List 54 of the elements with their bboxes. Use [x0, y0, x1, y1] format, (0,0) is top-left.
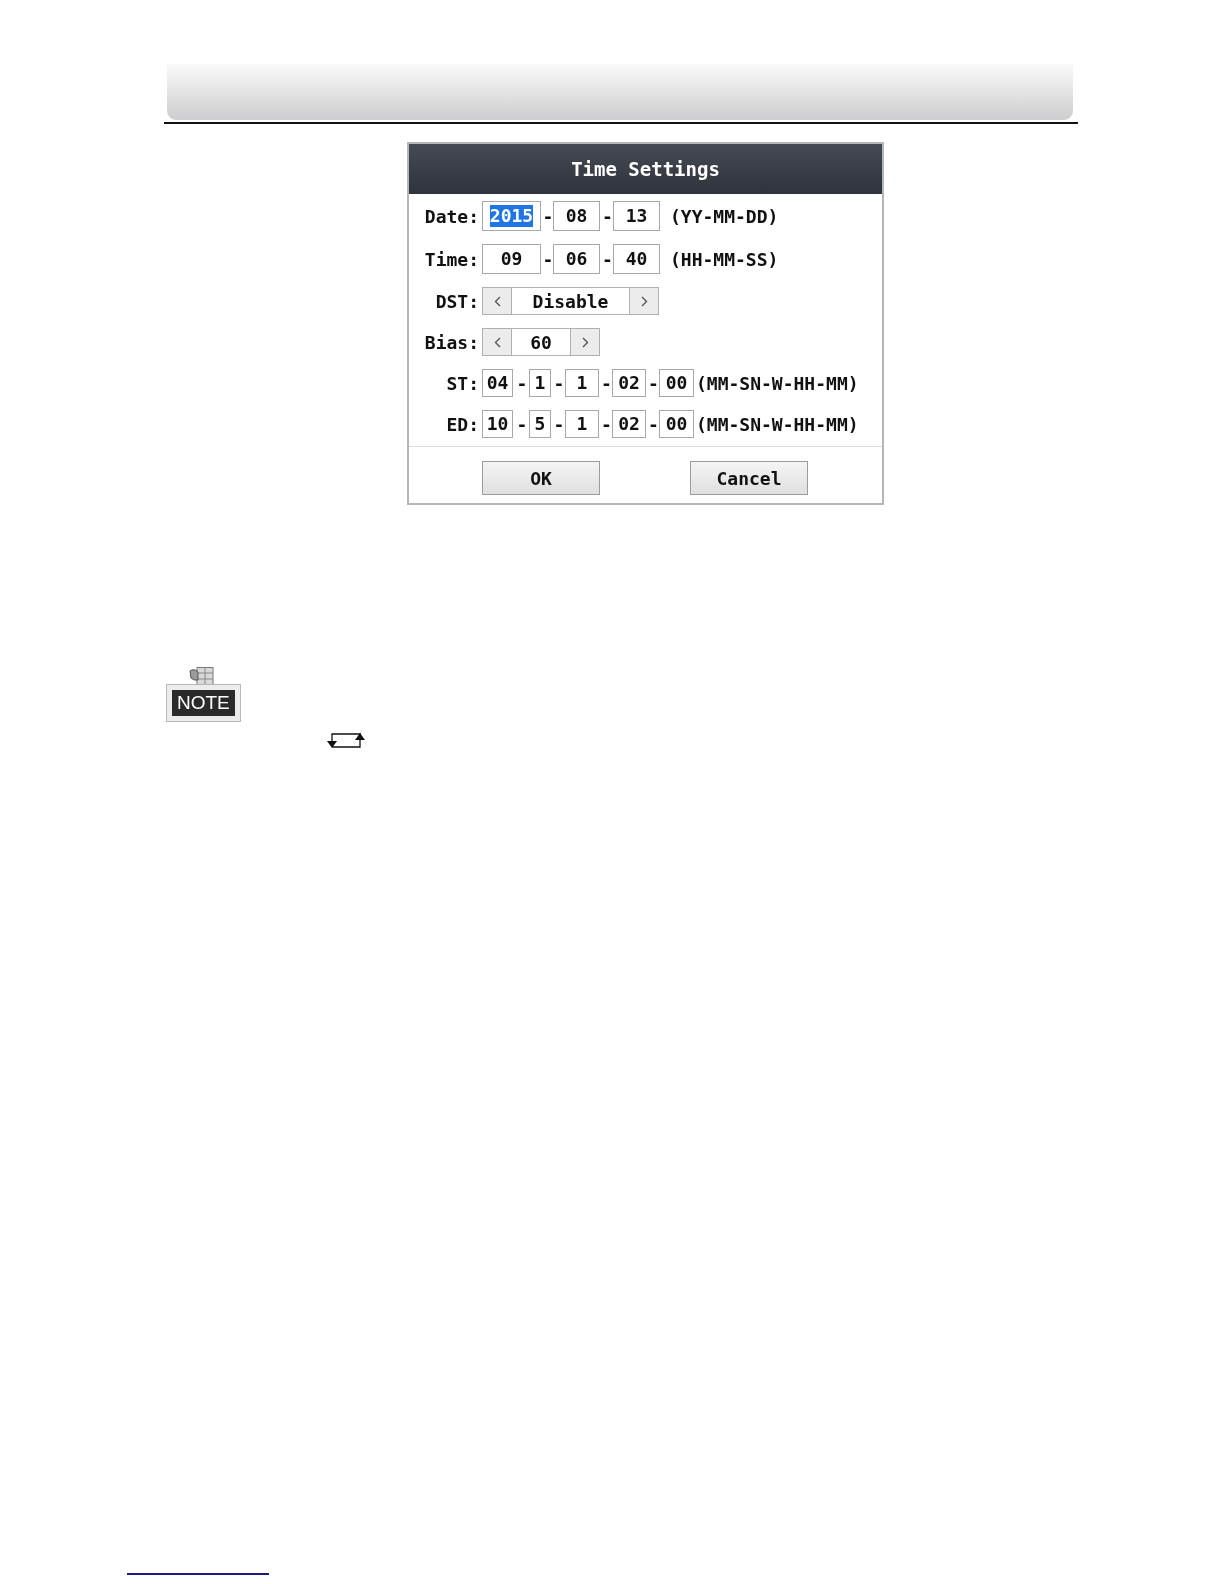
dash-separator: - — [647, 413, 658, 435]
dash-separator: - — [552, 372, 564, 394]
dash-separator: - — [541, 248, 553, 270]
next-button[interactable] — [629, 287, 659, 315]
cancel-button[interactable]: Cancel — [690, 461, 808, 495]
field-label: Bias: — [424, 331, 479, 353]
swap-arrows-icon — [326, 732, 366, 749]
dash-separator: - — [601, 205, 612, 227]
format-hint: (HH-MM-SS) — [670, 248, 779, 270]
previous-button[interactable] — [482, 328, 512, 356]
chevron-right-icon — [640, 295, 648, 307]
input-field[interactable]: 06 — [553, 244, 600, 274]
chevron-left-icon — [493, 295, 501, 307]
field-label: ST: — [446, 372, 479, 394]
dash-separator: - — [541, 205, 553, 227]
previous-button[interactable] — [482, 287, 512, 315]
next-button[interactable] — [570, 328, 600, 356]
input-field[interactable]: 02 — [612, 410, 646, 438]
chevron-left-icon — [493, 336, 501, 348]
field-label: DST: — [435, 290, 479, 312]
input-field[interactable]: 5 — [529, 410, 551, 438]
dash-separator: - — [600, 372, 611, 394]
input-field[interactable]: 00 — [659, 369, 694, 397]
value-field[interactable]: 60 — [512, 328, 570, 356]
input-field[interactable]: 1 — [565, 369, 599, 397]
dash-separator: - — [647, 372, 658, 394]
dash-separator: - — [552, 413, 564, 435]
chevron-right-icon — [581, 336, 589, 348]
input-field[interactable]: 1 — [565, 410, 599, 438]
format-hint: (MM-SN-W-HH-MM) — [696, 372, 859, 394]
format-hint: (YY-MM-DD) — [670, 205, 779, 227]
input-field[interactable]: 1 — [529, 369, 551, 397]
input-field[interactable]: 2015 — [482, 201, 541, 231]
input-field[interactable]: 00 — [659, 410, 694, 438]
dash-separator: - — [515, 413, 527, 435]
note-label: NOTE — [167, 685, 240, 721]
field-label: ED: — [446, 413, 479, 435]
clip-icon — [189, 667, 215, 685]
dash-separator: - — [601, 248, 612, 270]
field-label: Date: — [424, 205, 479, 227]
input-field[interactable]: 04 — [482, 369, 513, 397]
input-field[interactable]: 02 — [612, 369, 646, 397]
dash-separator: - — [515, 372, 527, 394]
input-field[interactable]: 09 — [482, 244, 541, 274]
ok-button[interactable]: OK — [482, 461, 600, 495]
input-field[interactable]: 13 — [613, 201, 660, 231]
input-field[interactable]: 10 — [482, 410, 513, 438]
value-field[interactable]: Disable — [512, 287, 629, 315]
input-field[interactable]: 08 — [553, 201, 600, 231]
field-label: Time: — [424, 248, 479, 270]
dialog-title: Time Settings — [409, 144, 882, 194]
dash-separator: - — [600, 413, 611, 435]
format-hint: (MM-SN-W-HH-MM) — [696, 413, 859, 435]
input-field[interactable]: 40 — [613, 244, 660, 274]
